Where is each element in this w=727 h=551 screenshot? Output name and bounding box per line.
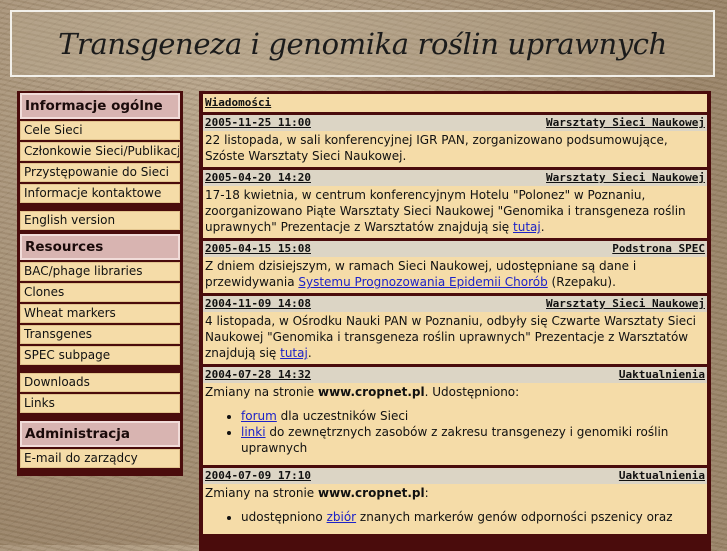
news-text: Zmiany na stronie	[205, 385, 318, 399]
news-text: 4 listopada, w Ośrodku Nauki PAN w Pozna…	[205, 314, 697, 360]
zbior-link[interactable]: zbiór	[327, 510, 357, 524]
news-bullet-list: forum dla uczestników Sieci linki do zew…	[205, 408, 705, 456]
news-bullet-list: udostępniono zbiór znanych markerów genó…	[205, 509, 705, 525]
sidebar-item-english[interactable]: English version	[20, 211, 180, 230]
news-entry-header: 2005-11-25 11:00 Warsztaty Sieci Naukowe…	[203, 115, 707, 131]
news-entry-body: 17-18 kwietnia, w centrum konferencyjnym…	[203, 186, 707, 238]
news-date[interactable]: 2004-07-09 17:10	[205, 468, 311, 484]
news-entry-header: 2005-04-20 14:20 Warsztaty Sieci Naukowe…	[203, 170, 707, 186]
sidebar-item-clones[interactable]: Clones	[20, 283, 180, 302]
list-item: forum dla uczestników Sieci	[241, 408, 705, 424]
sidebar-item-links[interactable]: Links	[20, 394, 180, 413]
site-name: www.cropnet.pl	[318, 486, 425, 500]
news-entry-body: Z dniem dzisiejszym, w ramach Sieci Nauk…	[203, 257, 707, 293]
list-item-pre: udostępniono	[241, 510, 327, 524]
list-item-text: do zewnętrznych zasobów z zakresu transg…	[241, 425, 669, 455]
news-text: 22 listopada, w sali konferencyjnej IGR …	[205, 133, 668, 163]
news-date[interactable]: 2004-07-28 14:32	[205, 367, 311, 383]
news-text: 17-18 kwietnia, w centrum konferencyjnym…	[205, 188, 686, 234]
news-entry-body: 22 listopada, w sali konferencyjnej IGR …	[203, 131, 707, 167]
sidebar-nav: Informacje ogólne Cele Sieci Członkowie …	[17, 91, 183, 476]
news-category[interactable]: Uaktualnienia	[619, 468, 705, 484]
news-entry-body: Zmiany na stronie www.cropnet.pl: udostę…	[203, 484, 707, 534]
news-date[interactable]: 2005-04-20 14:20	[205, 170, 311, 186]
sidebar-item-bac[interactable]: BAC/phage libraries	[20, 262, 180, 281]
sidebar-item-przystepowanie[interactable]: Przystępowanie do Sieci	[20, 163, 180, 182]
site-name: www.cropnet.pl	[318, 385, 425, 399]
news-text-after: . Udostępniono:	[424, 385, 520, 399]
news-entry-body: Zmiany na stronie www.cropnet.pl. Udostę…	[203, 383, 707, 465]
spec-system-link[interactable]: Systemu Prognozowania Epidemii Chorób	[298, 275, 547, 289]
news-entry-header: 2005-04-15 15:08 Podstrona SPEC	[203, 241, 707, 257]
news-category[interactable]: Warsztaty Sieci Naukowej	[546, 115, 705, 131]
news-date[interactable]: 2004-11-09 14:08	[205, 296, 311, 312]
news-entry-header: 2004-11-09 14:08 Warsztaty Sieci Naukowe…	[203, 296, 707, 312]
tutaj-link[interactable]: tutaj	[513, 220, 541, 234]
list-item: linki do zewnętrznych zasobów z zakresu …	[241, 424, 705, 456]
news-text: Zmiany na stronie	[205, 486, 318, 500]
news-entry-body: 4 listopada, w Ośrodku Nauki PAN w Pozna…	[203, 312, 707, 364]
news-category[interactable]: Warsztaty Sieci Naukowej	[546, 170, 705, 186]
sidebar-item-czlonkowie[interactable]: Członkowie Sieci/Publikacje	[20, 142, 180, 161]
news-category[interactable]: Podstrona SPEC	[612, 241, 705, 257]
news-category[interactable]: Uaktualnienia	[619, 367, 705, 383]
sidebar-item-wheat[interactable]: Wheat markers	[20, 304, 180, 323]
news-text-after: .	[540, 220, 545, 234]
news-entry-header: 2004-07-28 14:32 Uaktualnienia	[203, 367, 707, 383]
sidebar-item-kontakt[interactable]: Informacje kontaktowe	[20, 184, 180, 203]
news-panel: Wiadomości 2005-11-25 11:00 Warsztaty Si…	[199, 91, 711, 551]
sidebar-section-info: Informacje ogólne	[20, 93, 180, 119]
news-date[interactable]: 2005-04-15 15:08	[205, 241, 311, 257]
sidebar-item-cele[interactable]: Cele Sieci	[20, 121, 180, 140]
sidebar-section-resources: Resources	[20, 234, 180, 260]
site-title: Transgeneza i genomika roślin uprawnych	[58, 26, 667, 61]
list-item-text: dla uczestników Sieci	[276, 409, 409, 423]
site-header: Transgeneza i genomika roślin uprawnych	[10, 10, 715, 77]
sidebar-item-transgenes[interactable]: Transgenes	[20, 325, 180, 344]
news-text-after: :	[424, 486, 429, 500]
list-item-text: znanych markerów genów odporności pszeni…	[356, 510, 673, 524]
news-text-after: (Rzepaku).	[547, 275, 616, 289]
tutaj-link[interactable]: tutaj	[280, 346, 308, 360]
forum-link[interactable]: forum	[241, 409, 277, 423]
news-text-after: .	[307, 346, 312, 360]
sidebar-item-email[interactable]: E-mail do zarządcy	[20, 449, 180, 468]
sidebar-item-downloads[interactable]: Downloads	[20, 373, 180, 392]
sidebar-section-admin: Administracja	[20, 421, 180, 447]
linki-link[interactable]: linki	[241, 425, 266, 439]
list-item: udostępniono zbiór znanych markerów genó…	[241, 509, 705, 525]
news-heading[interactable]: Wiadomości	[203, 94, 707, 112]
news-date[interactable]: 2005-11-25 11:00	[205, 115, 311, 131]
news-entry-header: 2004-07-09 17:10 Uaktualnienia	[203, 468, 707, 484]
sidebar-item-spec[interactable]: SPEC subpage	[20, 346, 180, 365]
news-category[interactable]: Warsztaty Sieci Naukowej	[546, 296, 705, 312]
